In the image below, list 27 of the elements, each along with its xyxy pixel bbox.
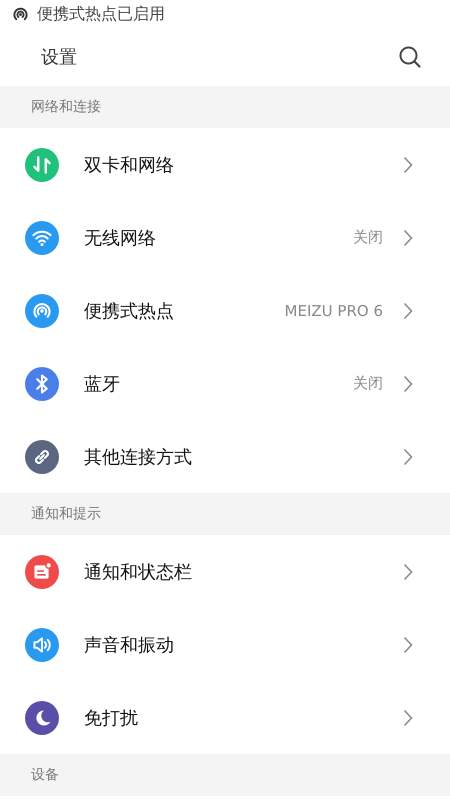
page-title: 设置 — [41, 46, 77, 69]
row-label: 声音和振动 — [84, 634, 175, 656]
section-header: 设备 — [31, 766, 59, 784]
chevron-icon — [403, 562, 413, 580]
row-label: 通知和状态栏 — [84, 560, 193, 584]
row-value: 关闭 — [353, 228, 383, 247]
row-label: 免打扰 — [84, 706, 139, 730]
chevron-icon — [403, 708, 413, 726]
row-value: 关闭 — [353, 374, 383, 393]
row-label: 其他连接方式 — [84, 446, 193, 468]
chevron-icon — [403, 636, 413, 654]
section-header: 网络和连接 — [31, 98, 101, 116]
search-icon — [398, 45, 422, 69]
chevron-icon — [403, 156, 413, 174]
search-button[interactable] — [398, 45, 422, 69]
row-label: 蓝牙 — [84, 372, 121, 396]
hotspot-icon — [12, 6, 29, 22]
chevron-icon — [403, 448, 413, 466]
row-label: 便携式热点 — [84, 300, 175, 322]
row-label: 双卡和网络 — [84, 154, 175, 176]
notification-text: 便携式热点已启用 — [37, 4, 165, 24]
chevron-icon — [403, 302, 413, 320]
row-label: 无线网络 — [84, 226, 157, 250]
row-value: MEIZU PRO 6 — [284, 302, 383, 320]
chevron-icon — [403, 374, 413, 392]
section-header: 通知和提示 — [31, 505, 101, 523]
chevron-icon — [403, 228, 413, 246]
